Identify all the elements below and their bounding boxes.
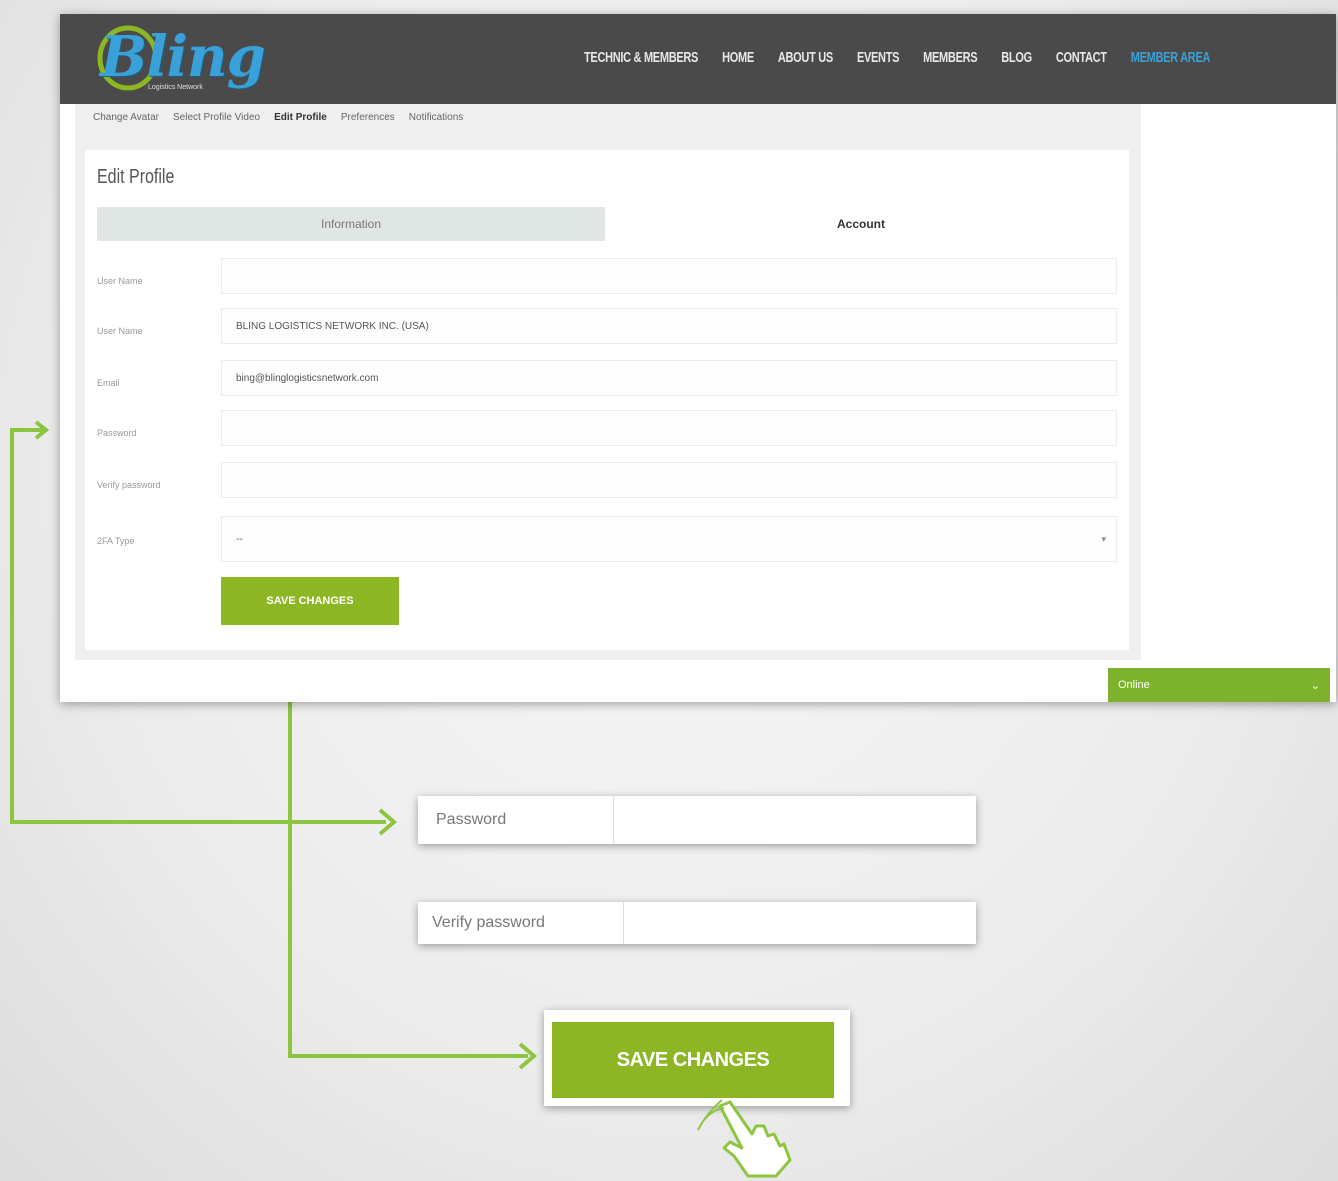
password-callout-input[interactable] [614,796,976,844]
save-changes-callout-button[interactable]: SAVE CHANGES [552,1022,834,1098]
subnav-change-avatar[interactable]: Change Avatar [93,112,159,123]
verify-password-input[interactable] [221,462,1117,498]
tab-account[interactable]: Account [607,207,1115,241]
subnav-edit-profile[interactable]: Edit Profile [274,112,327,123]
save-changes-button[interactable]: SAVE CHANGES [221,577,399,625]
nav-item-home[interactable]: HOME [722,50,754,66]
password-input[interactable] [221,410,1117,446]
browser-window: Bling Logistics Network TECHNIC & MEMBER… [60,14,1336,702]
logo-text: Bling [100,24,266,90]
tab-information[interactable]: Information [97,207,605,241]
nav-item-blog[interactable]: BLOG [1001,50,1032,66]
password-callout: Password [418,796,976,844]
panel-title: Edit Profile [97,166,175,188]
password-callout-label: Password [418,796,614,844]
field-label: 2FA Type [97,536,135,546]
nav-item-member-area[interactable]: MEMBER AREA [1131,50,1211,66]
online-label: Online [1118,679,1150,691]
field-label: User Name [97,276,143,286]
verify-password-callout: Verify password [418,902,976,944]
bling-logo[interactable]: Bling Logistics Network [88,22,266,96]
nav-item-events[interactable]: EVENTS [857,50,900,66]
subnav-select-video[interactable]: Select Profile Video [173,112,260,123]
nav-item-technic[interactable]: TECHNIC & MEMBERS [584,50,698,66]
top-navbar: Bling Logistics Network TECHNIC & MEMBER… [60,14,1336,104]
chevron-down-icon: ▾ [1101,533,1106,544]
subnav-notifications[interactable]: Notifications [409,112,463,123]
logo-subtext: Logistics Network [148,84,203,91]
verify-callout-label: Verify password [418,902,624,944]
hand-cursor-icon [697,1099,792,1178]
profile-subnav: Change Avatar Select Profile Video Edit … [93,112,463,123]
field-label: Verify password [97,480,161,490]
verify-callout-input[interactable] [624,902,976,944]
email-input[interactable]: bing@blinglogisticsnetwork.com [221,360,1117,396]
nav-item-members[interactable]: MEMBERS [923,50,977,66]
nav-item-about[interactable]: ABOUT US [778,50,833,66]
twofa-select[interactable]: -- ▾ [221,516,1117,562]
edit-profile-panel: Edit Profile Information Account User Na… [85,150,1129,650]
main-nav: TECHNIC & MEMBERS HOME ABOUT US EVENTS M… [584,48,1210,68]
online-status-bar[interactable]: Online ⌄ [1108,668,1330,702]
twofa-select-value: -- [236,533,243,545]
chevron-down-icon: ⌄ [1310,679,1320,692]
subnav-preferences[interactable]: Preferences [341,112,395,123]
field-label: Email [97,378,120,388]
company-name-input[interactable]: BLING LOGISTICS NETWORK INC. (USA) [221,308,1117,344]
field-label: User Name [97,326,143,336]
nav-item-contact[interactable]: CONTACT [1056,50,1107,66]
field-label: Password [97,428,137,438]
username-input[interactable] [221,258,1117,294]
content-area: Change Avatar Select Profile Video Edit … [75,104,1141,660]
